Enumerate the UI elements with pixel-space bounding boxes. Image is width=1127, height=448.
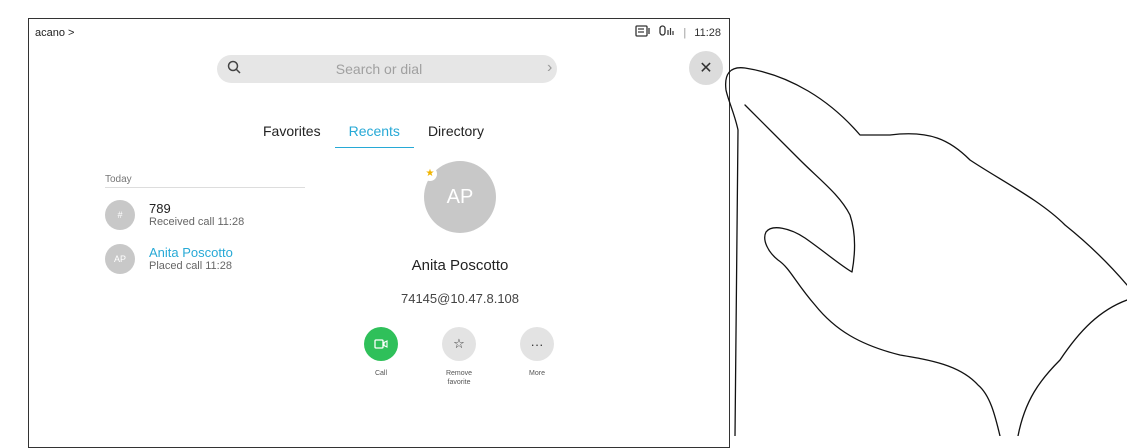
pointing-hand-illustration xyxy=(724,67,1127,436)
